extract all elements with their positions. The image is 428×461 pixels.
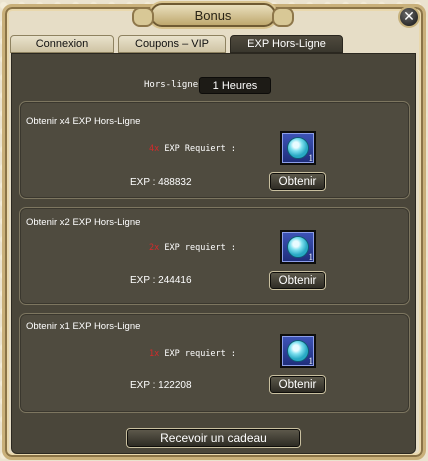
item-quantity: 1 xyxy=(308,153,314,163)
required-multiplier: 2x xyxy=(149,243,160,253)
required-text: 4x EXP Requiert : xyxy=(149,144,236,154)
required-text: 2x EXP requiert : xyxy=(149,243,236,253)
item-quantity: 1 xyxy=(308,252,314,262)
gem-icon xyxy=(287,137,309,159)
gem-icon xyxy=(287,340,309,362)
exp-gem-icon[interactable]: 1 xyxy=(280,230,316,264)
exp-gem-icon[interactable]: 1 xyxy=(280,131,316,165)
gem-icon xyxy=(287,236,309,258)
offer-title: Obtenir x2 EXP Hors-Ligne xyxy=(26,217,141,228)
tab-exp-hors-ligne[interactable]: EXP Hors-Ligne xyxy=(230,35,343,53)
required-label: EXP requiert : xyxy=(164,349,237,359)
obtain-button[interactable]: Obtenir xyxy=(269,375,326,394)
tab-bar: Connexion Coupons – VIP EXP Hors-Ligne xyxy=(10,35,415,53)
offer-x2: Obtenir x2 EXP Hors-Ligne 2x EXP requier… xyxy=(19,207,410,305)
required-text: 1x EXP requiert : xyxy=(149,349,236,359)
exp-gem-icon[interactable]: 1 xyxy=(280,334,316,368)
offer-x1: Obtenir x1 EXP Hors-Ligne 1x EXP requier… xyxy=(19,313,410,413)
required-multiplier: 1x xyxy=(149,349,160,359)
tab-coupons-vip[interactable]: Coupons – VIP xyxy=(118,35,226,53)
exp-value: EXP : 488832 xyxy=(130,177,192,188)
required-multiplier: 4x xyxy=(149,144,160,154)
close-icon[interactable]: ✕ xyxy=(398,6,420,28)
receive-gift-button[interactable]: Recevoir un cadeau xyxy=(126,428,301,448)
exp-value: EXP : 244416 xyxy=(130,275,192,286)
hours-label: Hors-ligne xyxy=(144,80,199,90)
obtain-button[interactable]: Obtenir xyxy=(269,271,326,290)
obtain-button[interactable]: Obtenir xyxy=(269,172,326,191)
tab-connexion[interactable]: Connexion xyxy=(10,35,114,53)
window-title: Bonus xyxy=(194,7,232,23)
offer-title: Obtenir x1 EXP Hors-Ligne xyxy=(26,321,141,332)
required-label: EXP requiert : xyxy=(164,243,237,253)
hours-select[interactable]: 1 Heures xyxy=(199,77,271,94)
offer-x4: Obtenir x4 EXP Hors-Ligne 4x EXP Requier… xyxy=(19,101,410,199)
item-quantity: 1 xyxy=(308,356,314,366)
required-label: EXP Requiert : xyxy=(164,144,237,154)
window-title-plate: Bonus xyxy=(132,3,294,27)
offer-title: Obtenir x4 EXP Hors-Ligne xyxy=(26,116,141,127)
exp-value: EXP : 122208 xyxy=(130,380,192,391)
